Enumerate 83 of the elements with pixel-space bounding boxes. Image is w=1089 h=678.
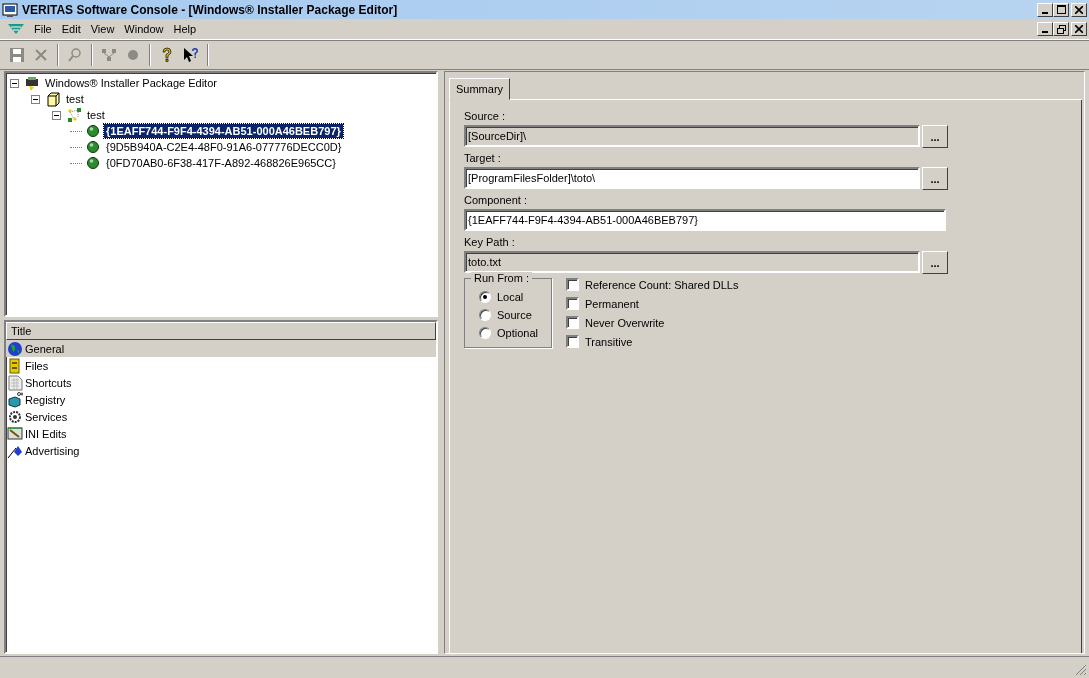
minimize-button[interactable]: [1037, 2, 1053, 17]
checkbox-label[interactable]: Reference Count: Shared DLLs: [585, 278, 739, 291]
child-restore-button[interactable]: [1053, 22, 1069, 36]
tree-item[interactable]: Windows® Installer Package Editor: [43, 76, 219, 90]
checkbox[interactable]: [566, 297, 579, 310]
input-field[interactable]: [ProgramFilesFolder]\toto\: [464, 167, 920, 189]
category-item[interactable]: General: [6, 340, 436, 357]
checkbox-label[interactable]: Permanent: [585, 297, 639, 310]
radio-button[interactable]: [479, 309, 491, 321]
gear-icon: [7, 408, 23, 425]
menu-item[interactable]: Window: [120, 21, 170, 37]
child-minimize-button[interactable]: [1037, 22, 1053, 36]
field-label: Source :: [464, 109, 506, 122]
category-item[interactable]: Shortcuts: [6, 374, 436, 391]
save-icon: [9, 47, 25, 63]
radio-label[interactable]: Source: [497, 309, 532, 321]
checkbox-label[interactable]: Transitive: [585, 335, 633, 348]
resize-grip-icon[interactable]: [1075, 664, 1087, 676]
collapse-button[interactable]: [52, 110, 61, 120]
field-label: Target :: [464, 151, 502, 164]
tree-item[interactable]: test: [64, 92, 86, 106]
category-item[interactable]: Services: [6, 408, 436, 425]
ball-icon: [85, 155, 101, 171]
category-item[interactable]: Advertising: [6, 442, 436, 459]
browse-button[interactable]: ...: [922, 124, 948, 148]
radio-button[interactable]: [479, 291, 491, 303]
checkbox-label[interactable]: Never Overwrite: [585, 316, 665, 329]
category-item[interactable]: INI Edits: [6, 425, 436, 442]
checkbox[interactable]: [566, 316, 579, 329]
context-help-icon: [183, 47, 199, 63]
radio-label[interactable]: Optional: [497, 327, 538, 339]
tree-item[interactable]: {9D5B940A-C2E4-48F0-91A6-077776DECC0D}: [104, 140, 344, 154]
menu-item[interactable]: Help: [169, 21, 203, 37]
input-field[interactable]: [SourceDir]\: [464, 125, 920, 147]
category-item[interactable]: Files: [6, 357, 436, 374]
close-icon: [1075, 5, 1083, 14]
window-title: VERITAS Software Console - [Windows® Installer Package Editor]: [22, 2, 399, 17]
cube-icon: [45, 91, 61, 107]
minimize-icon: [1042, 31, 1048, 33]
browse-button[interactable]: ...: [922, 166, 948, 190]
maximize-icon: [1056, 5, 1066, 14]
picture-icon: [7, 425, 23, 442]
close-button[interactable]: [1071, 2, 1087, 17]
app-icon: [2, 1, 18, 18]
tree-item[interactable]: test: [85, 108, 107, 122]
delete-icon: [33, 47, 49, 63]
column-header[interactable]: Title: [6, 322, 436, 340]
ball-icon: [85, 123, 101, 139]
close-icon: [1075, 25, 1083, 33]
circle-icon: [125, 47, 141, 63]
maximize-button[interactable]: [1053, 2, 1069, 17]
child-close-button[interactable]: [1071, 22, 1087, 36]
checkbox[interactable]: [566, 278, 579, 291]
cubes-icon: [7, 391, 23, 408]
cabinet-icon: [7, 357, 23, 374]
field-label: Component :: [464, 193, 528, 206]
group-title: Run From :: [471, 272, 532, 284]
nodes-icon: [101, 47, 117, 63]
collapse-button[interactable]: [10, 78, 19, 88]
input-field[interactable]: toto.txt: [464, 251, 920, 273]
category-item[interactable]: Registry: [6, 391, 436, 408]
restore-icon: [1056, 24, 1066, 34]
radio-button[interactable]: [479, 327, 491, 339]
menu-item[interactable]: Edit: [57, 21, 87, 37]
globe-icon: [7, 340, 23, 357]
input-field[interactable]: {1EAFF744-F9F4-4394-AB51-000A46BEB797}: [464, 209, 946, 231]
tree-item[interactable]: {1EAFF744-F9F4-4394-AB51-000A46BEB797}: [104, 124, 343, 138]
menu-item[interactable]: View: [86, 21, 121, 37]
field-label: Key Path :: [464, 235, 516, 248]
nodes-icon: [66, 107, 82, 123]
menu-item[interactable]: File: [30, 21, 58, 37]
ball-icon: [85, 139, 101, 155]
collapse-button[interactable]: [31, 94, 40, 104]
radio-label[interactable]: Local: [497, 291, 524, 303]
tree-item[interactable]: {0FD70AB0-6F38-417F-A892-468826E965CC}: [104, 156, 338, 170]
search-icon: [67, 47, 83, 63]
document-icon: [7, 374, 23, 391]
browse-button[interactable]: ...: [922, 250, 948, 274]
package-icon: [24, 75, 40, 91]
checkbox[interactable]: [566, 335, 579, 348]
tab[interactable]: Summary: [449, 78, 511, 100]
help-icon: [159, 47, 175, 63]
minimize-icon: [1042, 11, 1048, 14]
